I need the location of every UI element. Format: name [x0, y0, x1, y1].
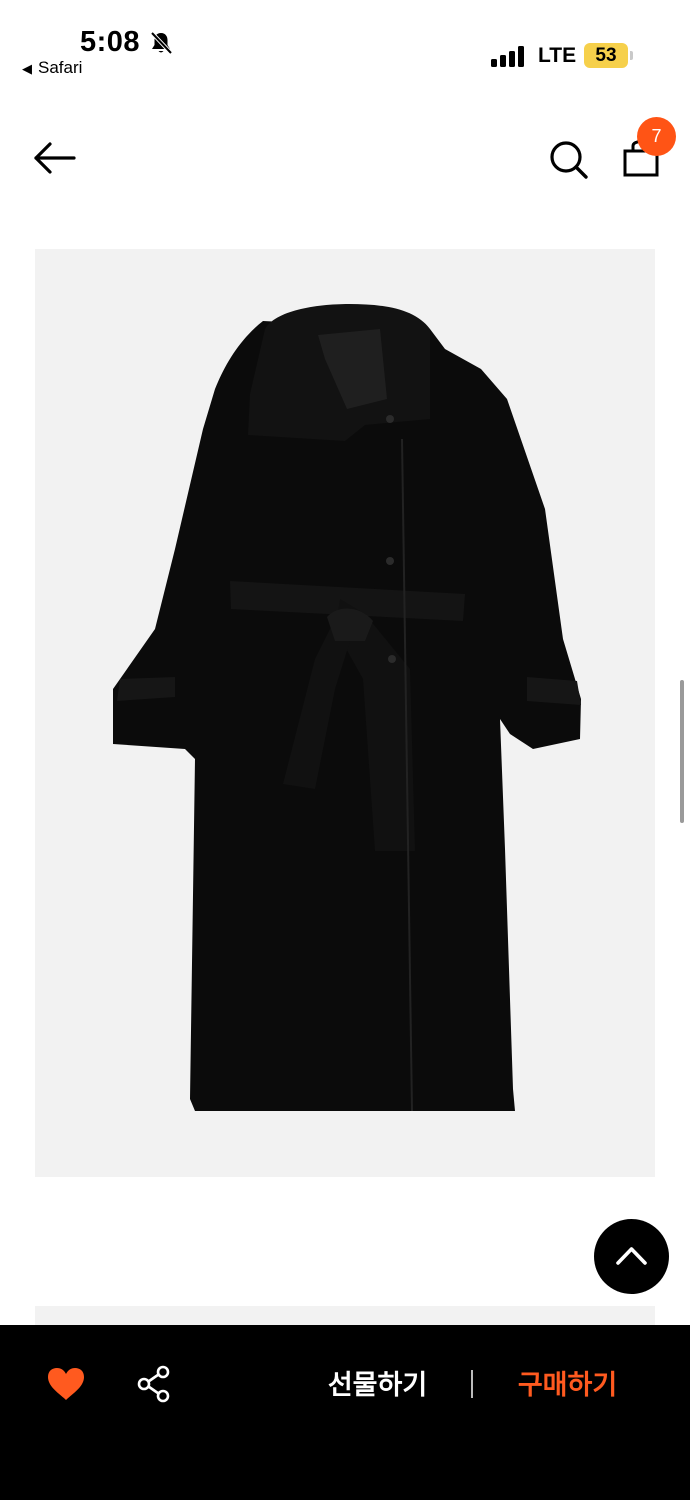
back-to-app-link[interactable]: ◀ Safari — [22, 58, 82, 78]
buy-button[interactable]: 구매하기 — [500, 1362, 635, 1408]
heart-icon — [48, 1368, 84, 1400]
scroll-to-top-button[interactable] — [594, 1219, 669, 1294]
battery-indicator: 53 — [584, 43, 628, 68]
battery-tip — [630, 51, 633, 60]
product-image[interactable] — [35, 249, 655, 1177]
search-button[interactable] — [545, 136, 591, 182]
share-button[interactable] — [136, 1365, 172, 1403]
black-belted-wool-coat-image — [113, 304, 581, 1112]
search-icon — [550, 141, 588, 179]
cart-count-badge: 7 — [637, 117, 676, 156]
like-button[interactable] — [46, 1366, 86, 1402]
divider — [471, 1370, 473, 1398]
share-icon — [137, 1365, 170, 1403]
bottom-action-bar — [0, 1325, 690, 1500]
status-time: 5:08 — [80, 26, 141, 58]
network-type: LTE — [538, 44, 577, 67]
back-triangle-icon: ◀ — [22, 61, 32, 76]
scrollbar[interactable] — [680, 680, 684, 823]
gift-button[interactable]: 선물하기 — [310, 1362, 445, 1408]
battery-level: 53 — [595, 45, 617, 66]
arrow-left-icon — [34, 142, 76, 174]
back-app-label: Safari — [38, 58, 83, 77]
signal-icon — [491, 45, 525, 67]
chevron-up-icon — [616, 1247, 647, 1265]
bell-slash-icon — [150, 31, 173, 55]
back-button[interactable] — [30, 136, 80, 180]
